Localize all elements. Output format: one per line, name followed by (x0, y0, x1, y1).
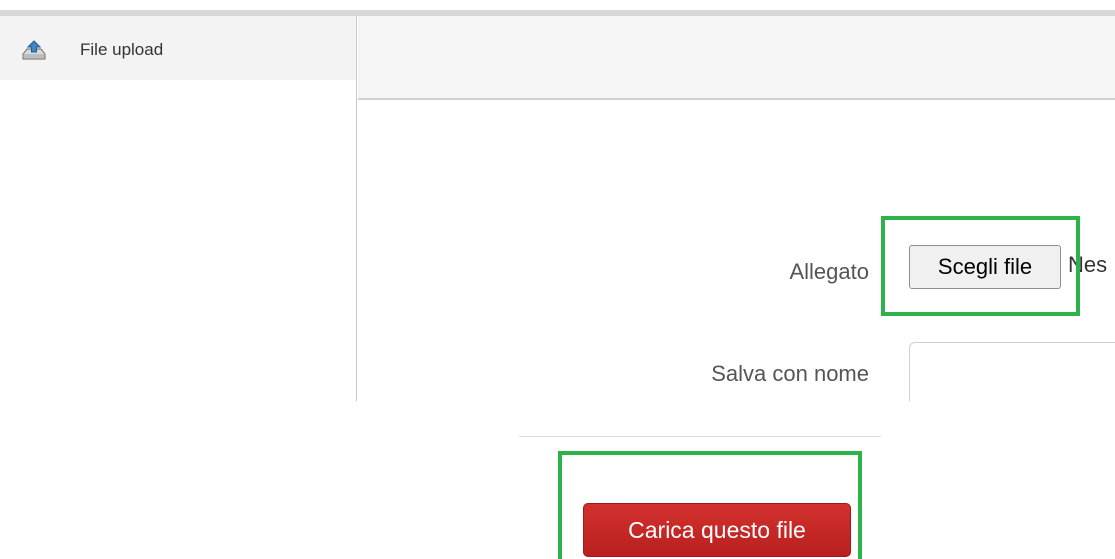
page: File upload Allegato Scegli file Nes Sal… (0, 0, 1115, 559)
sidebar: File upload (0, 16, 357, 401)
sidebar-item-file-upload[interactable]: File upload (0, 16, 356, 80)
upload-tray-icon (21, 38, 47, 62)
content-header (358, 16, 1115, 100)
upload-file-button[interactable]: Carica questo file (583, 503, 851, 557)
save-as-label: Salva con nome (711, 361, 869, 386)
attachment-label: Allegato (789, 259, 869, 284)
sidebar-item-label: File upload (80, 40, 164, 59)
divider (519, 436, 881, 437)
file-status-text: Nes (1068, 252, 1108, 277)
choose-file-button[interactable]: Scegli file (909, 245, 1061, 289)
crop-mask (358, 401, 1115, 421)
